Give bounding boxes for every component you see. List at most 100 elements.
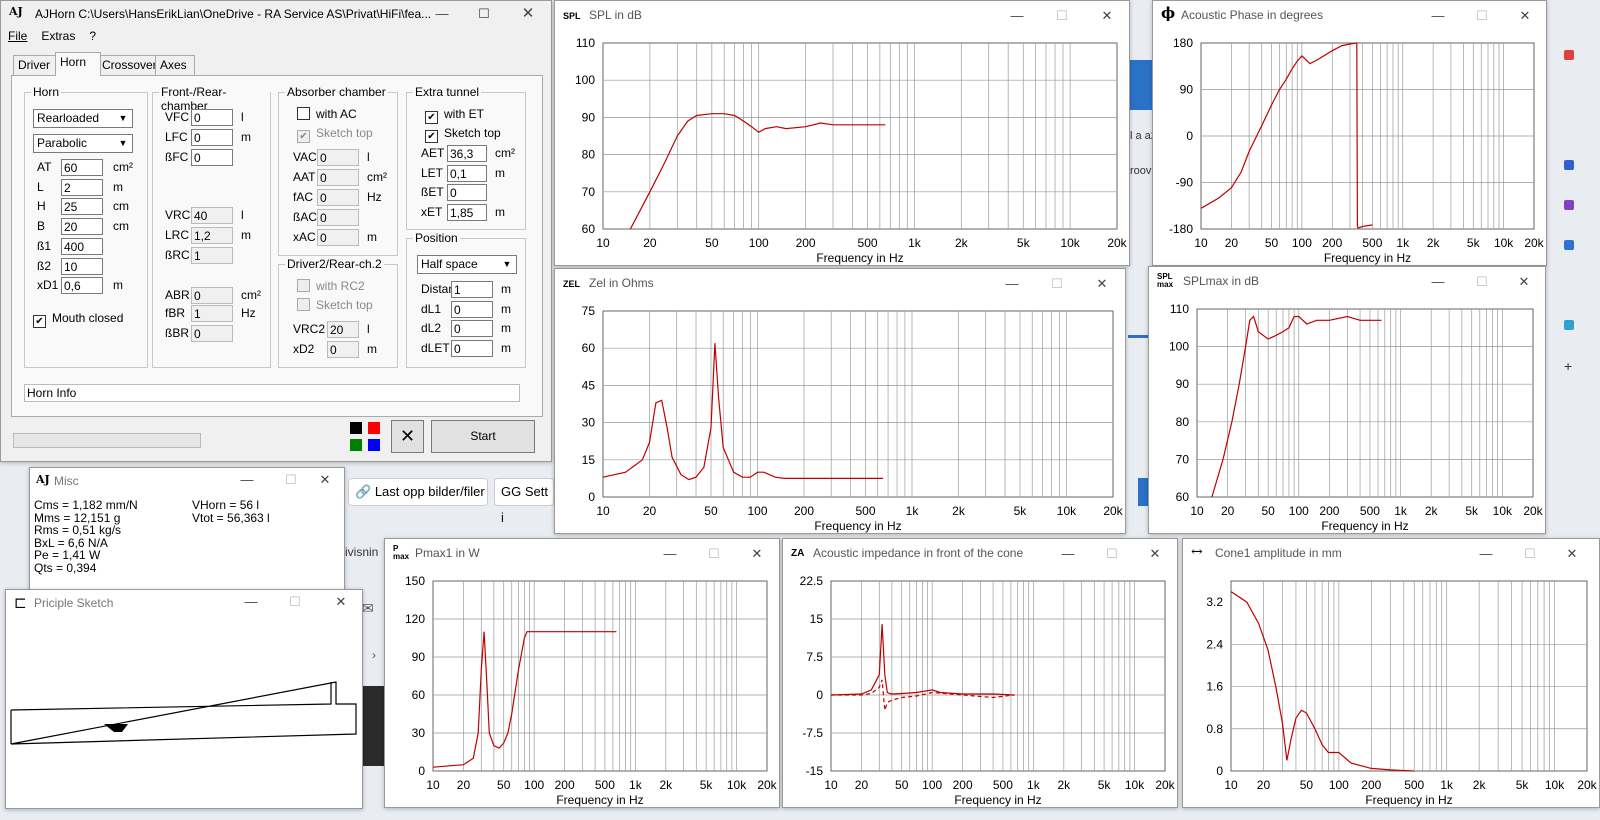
splmax-title: SPLmax in dB xyxy=(1183,274,1260,288)
close-icon[interactable]: ✕ xyxy=(1508,5,1542,27)
pmax-chart-window: P max Pmax1 in W — ☐ ✕ 0 30 60 90 120 150 10 20… xyxy=(384,538,780,808)
menu-extras[interactable]: Extras xyxy=(34,27,82,45)
position-mode-select[interactable]: Half space ▼ xyxy=(417,255,517,274)
maximize-icon[interactable]: ☐ xyxy=(1040,273,1074,295)
unit-label: cm² xyxy=(495,146,515,160)
tunnel-sketch-top-checkbox[interactable]: ✔ Sketch top xyxy=(425,126,501,143)
value-field[interactable]: 0 xyxy=(317,189,359,206)
close-icon[interactable]: ✕ xyxy=(740,543,774,565)
value-field[interactable]: 1 xyxy=(451,281,493,298)
color-blue-swatch[interactable] xyxy=(368,439,380,451)
maximize-icon[interactable]: ☐ xyxy=(1045,5,1079,27)
horn-type-select[interactable]: Rearloaded ▼ xyxy=(33,109,133,128)
value-field[interactable]: 20 xyxy=(61,218,103,236)
close-icon[interactable]: ✕ xyxy=(1555,543,1589,565)
maximize-icon[interactable]: ☐ xyxy=(697,543,731,565)
minimize-icon[interactable]: — xyxy=(995,273,1029,295)
value-field[interactable]: 1 xyxy=(191,305,233,322)
value-field[interactable]: 0 xyxy=(191,129,233,146)
color-green-swatch[interactable] xyxy=(350,439,362,451)
field-label: xD1 xyxy=(37,278,59,293)
value-field[interactable]: 0 xyxy=(317,149,359,166)
value-field[interactable]: 36,3 xyxy=(447,145,487,162)
mouth-closed-checkbox[interactable]: ✔ Mouth closed xyxy=(33,311,123,328)
tab-crossover[interactable]: Crossover xyxy=(97,55,159,75)
minimize-icon[interactable]: — xyxy=(234,591,268,613)
tab-horn[interactable]: Horn xyxy=(55,52,101,76)
menu-file[interactable]: File xyxy=(1,27,34,45)
y-tick-label: 15 xyxy=(582,453,596,467)
value-field[interactable]: 0 xyxy=(317,209,359,226)
absorber-sketch-top-checkbox[interactable]: ✔ Sketch top xyxy=(297,126,373,143)
minimize-icon[interactable]: — xyxy=(653,543,687,565)
value-field[interactable]: 0 xyxy=(191,325,233,342)
with-et-checkbox[interactable]: ✔ with ET xyxy=(425,107,484,124)
value-field[interactable]: 400 xyxy=(61,237,103,255)
minimize-icon[interactable]: — xyxy=(1421,5,1455,27)
value-field[interactable]: 0 xyxy=(191,109,233,126)
value-field[interactable]: 0 xyxy=(451,300,493,318)
minimize-icon[interactable]: — xyxy=(230,469,264,491)
value-field[interactable]: 0 xyxy=(317,169,359,186)
maximize-icon[interactable]: ☐ xyxy=(1095,543,1129,565)
cancel-button[interactable]: ✕ xyxy=(391,420,424,453)
value-field[interactable]: 20 xyxy=(327,321,359,338)
close-icon[interactable]: ✕ xyxy=(1085,273,1119,295)
close-icon[interactable]: ✕ xyxy=(511,3,545,25)
horn-info-field[interactable]: Horn Info xyxy=(24,384,520,402)
with-ac-checkbox[interactable]: with AC xyxy=(297,107,357,121)
value-field[interactable]: 0 xyxy=(451,339,493,357)
color-black-swatch[interactable] xyxy=(350,422,362,434)
value-field[interactable]: 0 xyxy=(191,287,233,304)
x-axis-label: Frequency in Hz xyxy=(1321,519,1408,533)
tab-driver[interactable]: Driver xyxy=(13,55,57,75)
color-red-swatch[interactable] xyxy=(368,422,380,434)
close-icon[interactable]: ✕ xyxy=(324,591,358,613)
value-field[interactable]: 40 xyxy=(191,207,233,224)
value-field[interactable]: 25 xyxy=(61,198,103,216)
value-field[interactable]: 0 xyxy=(191,149,233,166)
maximize-icon[interactable]: ☐ xyxy=(1513,543,1547,565)
upload-files-button[interactable]: 🔗 Last opp bilder/filer xyxy=(348,478,488,506)
menu-help[interactable]: ? xyxy=(82,27,103,45)
value-field[interactable]: 0 xyxy=(447,184,487,202)
x-tick-label: 20 xyxy=(1257,778,1271,792)
value-field[interactable]: 1 xyxy=(191,247,233,264)
insert-button[interactable]: GG Sett i xyxy=(494,478,554,525)
value-field[interactable]: 0 xyxy=(317,229,359,246)
close-icon[interactable]: ✕ xyxy=(308,469,342,491)
maximize-icon[interactable]: ☐ xyxy=(1465,5,1499,27)
x-tick-label: 500 xyxy=(858,236,878,250)
close-icon[interactable]: ✕ xyxy=(1090,5,1124,27)
value-field[interactable]: 1,2 xyxy=(191,227,233,244)
with-rc2-checkbox[interactable]: with RC2 xyxy=(297,279,365,293)
close-icon[interactable]: ✕ xyxy=(1507,271,1541,293)
value-field[interactable]: 60 xyxy=(61,159,103,176)
value-field[interactable]: 0,1 xyxy=(447,164,487,182)
minimize-icon[interactable]: — xyxy=(1421,271,1455,293)
start-button[interactable]: Start xyxy=(431,420,535,453)
value-field[interactable]: 10 xyxy=(61,257,103,275)
minimize-icon[interactable]: — xyxy=(1000,5,1034,27)
value-field[interactable]: 0,6 xyxy=(61,277,103,295)
maximize-icon[interactable]: ☐ xyxy=(274,469,308,491)
zel-title: Zel in Ohms xyxy=(589,276,654,290)
field-label: L xyxy=(37,179,44,194)
horn-group: Horn Rearloaded ▼ Parabolic ▼ AT 60 cm² L 2 m H 2… xyxy=(24,85,148,368)
value-field[interactable]: 1,85 xyxy=(447,204,487,222)
maximize-icon[interactable]: ☐ xyxy=(1465,271,1499,293)
minimize-icon[interactable]: — xyxy=(1469,543,1503,565)
tab-axes[interactable]: Axes xyxy=(155,55,195,75)
y-tick-label: 30 xyxy=(582,416,596,430)
double-arrow-icon: ↔ xyxy=(1191,544,1203,560)
value-field[interactable]: 0 xyxy=(327,341,359,358)
horn-profile-select[interactable]: Parabolic ▼ xyxy=(33,134,133,153)
value-field[interactable]: 0 xyxy=(451,320,493,337)
minimize-icon[interactable]: — xyxy=(425,3,459,25)
close-icon[interactable]: ✕ xyxy=(1138,543,1172,565)
driver2-sketch-top-checkbox[interactable]: Sketch top xyxy=(297,298,373,312)
minimize-icon[interactable]: — xyxy=(1051,543,1085,565)
value-field[interactable]: 2 xyxy=(61,178,103,196)
maximize-icon[interactable]: ☐ xyxy=(467,3,501,25)
maximize-icon[interactable]: ☐ xyxy=(278,591,312,613)
